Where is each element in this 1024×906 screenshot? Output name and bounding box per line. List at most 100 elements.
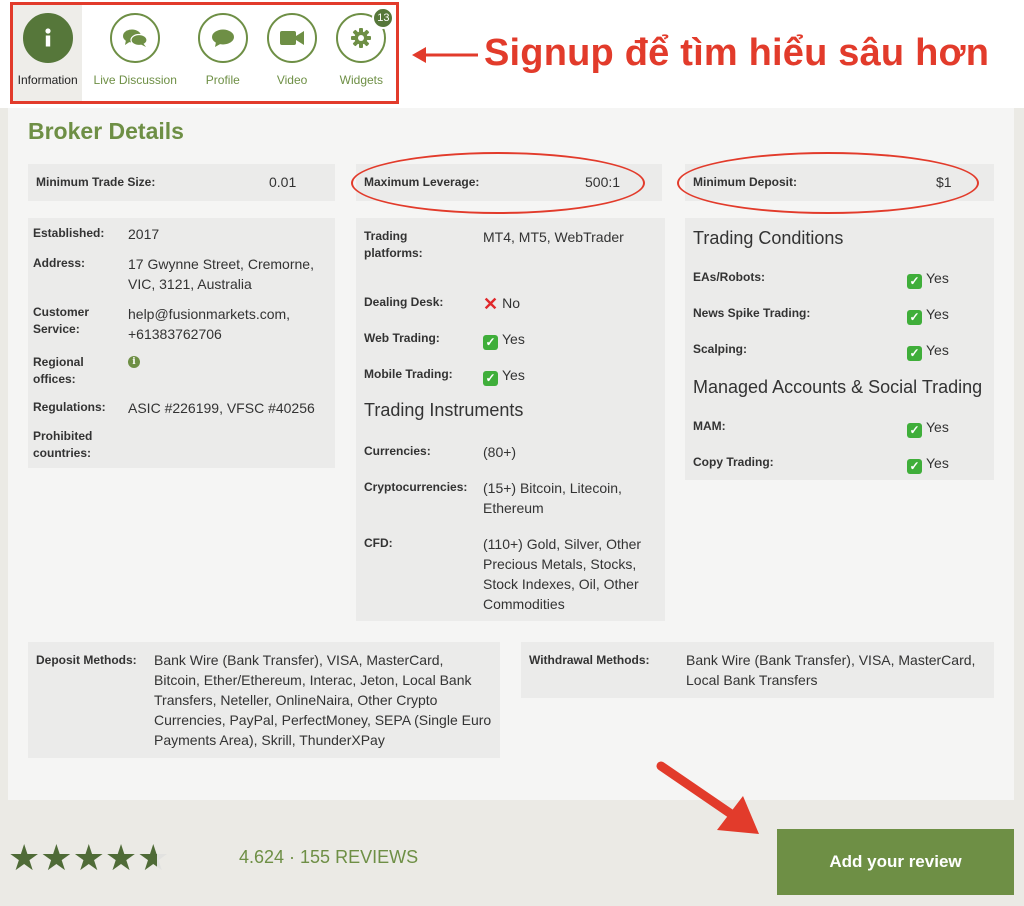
eas-robots-value: ✓ Yes bbox=[907, 268, 949, 289]
tab-video[interactable]: Video bbox=[257, 5, 326, 101]
customer-service-phone: +61383762706 bbox=[128, 326, 222, 342]
currencies-label: Currencies: bbox=[364, 444, 431, 458]
leverage-highlight-ellipse bbox=[351, 152, 645, 214]
regional-offices-label: Regional bbox=[33, 355, 84, 369]
info-icon[interactable]: i bbox=[128, 356, 140, 368]
signup-annotation: Signup để tìm hiểu sâu hơn bbox=[484, 32, 990, 74]
mobile-trading-label: Mobile Trading: bbox=[364, 367, 453, 381]
check-icon: ✓ bbox=[907, 346, 922, 361]
address-line: 17 Gwynne Street, Cremorne, bbox=[128, 256, 314, 272]
deposit-methods-line: Bank Wire (Bank Transfer), VISA, MasterC… bbox=[154, 652, 444, 668]
arrow-down-right-icon bbox=[656, 761, 759, 834]
deposit-methods-label: Deposit Methods: bbox=[36, 653, 137, 667]
tab-widgets[interactable]: 13 Widgets bbox=[327, 5, 396, 101]
copy-trading-label: Copy Trading: bbox=[693, 455, 774, 469]
mam-label: MAM: bbox=[693, 419, 726, 433]
withdrawal-methods-box: Withdrawal Methods: Bank Wire (Bank Tran… bbox=[521, 642, 994, 698]
cfd-line: Precious Metals, Stocks, bbox=[483, 556, 637, 572]
min-trade-size-value: 0.01 bbox=[269, 174, 297, 190]
customer-service-email[interactable]: help@fusionmarkets.com, bbox=[128, 304, 290, 324]
news-spike-label: News Spike Trading: bbox=[693, 306, 811, 320]
regulations-label: Regulations: bbox=[33, 400, 106, 414]
trading-platforms-value: MT4, MT5, WebTrader bbox=[483, 229, 624, 245]
cryptocurrencies-label: Cryptocurrencies: bbox=[364, 480, 468, 494]
info-icon bbox=[22, 13, 73, 63]
tab-label: Video bbox=[276, 73, 308, 87]
page-title: Broker Details bbox=[28, 118, 184, 144]
min-trade-size-row: Minimum Trade Size: 0.01 bbox=[28, 164, 335, 201]
video-camera-icon bbox=[267, 13, 318, 63]
managed-accounts-heading: Managed Accounts & Social Trading bbox=[693, 377, 983, 397]
tab-label: Live Discussion bbox=[93, 73, 177, 87]
tab-label: Information bbox=[17, 73, 78, 87]
withdrawal-methods-line: Local Bank Transfers bbox=[686, 672, 818, 688]
established-value: 2017 bbox=[128, 226, 160, 242]
check-icon: ✓ bbox=[907, 459, 922, 474]
deposit-methods-line: Payments Area), Skrill, ThunderXPay bbox=[154, 732, 385, 748]
regulations-value: ASIC #226199, VFSC #40256 bbox=[128, 400, 315, 416]
cfd-line: (110+) Gold, Silver, Other bbox=[483, 536, 642, 552]
trading-instruments-heading: Trading Instruments bbox=[364, 400, 524, 420]
address-line: VIC, 3121, Australia bbox=[128, 276, 252, 292]
min-trade-size-label: Minimum Trade Size: bbox=[36, 175, 156, 189]
established-label: Established: bbox=[33, 226, 105, 240]
star-rating: ★ ★ ★ ★ ★ bbox=[8, 840, 169, 876]
cfd-label: CFD: bbox=[364, 536, 393, 550]
prohibited-countries-label: countries: bbox=[33, 446, 92, 460]
add-review-button[interactable]: Add your review bbox=[777, 829, 1014, 895]
deposit-methods-line: Transfers, Neteller, OnlineNaira, Other … bbox=[154, 692, 438, 708]
cfd-line: Commodities bbox=[483, 596, 565, 612]
customer-service-label: Customer bbox=[33, 305, 90, 319]
trading-platforms-label: Trading bbox=[364, 229, 408, 243]
address-label: Address: bbox=[33, 256, 86, 270]
check-icon: ✓ bbox=[483, 371, 498, 386]
widgets-count-badge: 13 bbox=[372, 7, 395, 29]
tab-profile[interactable]: Profile bbox=[188, 5, 257, 101]
cfd-line: Stock Indexes, Oil, Other bbox=[483, 576, 639, 592]
star-icon: ★ bbox=[72, 837, 105, 878]
dealing-desk-label: Dealing Desk: bbox=[364, 295, 444, 309]
reviews-footer: ★ ★ ★ ★ ★ 4.624 · 155 REVIEWS Add your revie… bbox=[0, 800, 1024, 906]
tab-group-highlight: Information Live Discussion Profile Vide… bbox=[10, 2, 399, 104]
cross-icon: ✕ bbox=[483, 294, 499, 314]
tab-bar: Information Live Discussion Profile Vide… bbox=[0, 0, 1024, 108]
copy-trading-value: ✓ Yes bbox=[907, 453, 949, 474]
star-icon: ★ bbox=[40, 837, 73, 878]
cryptocurrencies-line: Ethereum bbox=[483, 500, 544, 516]
check-icon: ✓ bbox=[483, 335, 498, 350]
cryptocurrencies-line: (15+) Bitcoin, Litecoin, bbox=[483, 480, 622, 496]
deposit-methods-line: Currencies, PayPal, PerfectMoney, SEPA (… bbox=[154, 712, 492, 728]
company-info-box: Established: 2017 Address: 17 Gwynne Str… bbox=[28, 218, 335, 468]
check-icon: ✓ bbox=[907, 423, 922, 438]
trading-conditions-box: Trading Conditions EAs/Robots: ✓ Yes News… bbox=[685, 218, 994, 480]
deposit-highlight-ellipse bbox=[677, 152, 979, 214]
gear-icon: 13 bbox=[336, 7, 395, 63]
regional-offices-label: offices: bbox=[33, 372, 76, 386]
check-icon: ✓ bbox=[907, 310, 922, 325]
star-icon: ★ bbox=[8, 837, 41, 878]
news-spike-value: ✓ Yes bbox=[907, 304, 949, 325]
eas-robots-label: EAs/Robots: bbox=[693, 270, 765, 284]
tab-live-discussion[interactable]: Live Discussion bbox=[82, 5, 188, 101]
prohibited-countries-label: Prohibited bbox=[33, 429, 93, 443]
tab-information[interactable]: Information bbox=[13, 5, 83, 101]
star-icon: ★ bbox=[137, 837, 170, 878]
chat-bubbles-icon bbox=[110, 13, 161, 63]
rating-summary[interactable]: 4.624 · 155 REVIEWS bbox=[239, 847, 418, 868]
mobile-trading-value: ✓ Yes bbox=[483, 365, 525, 386]
scalping-value: ✓ Yes bbox=[907, 340, 949, 361]
trading-conditions-heading: Trading Conditions bbox=[693, 228, 844, 248]
scalping-label: Scalping: bbox=[693, 342, 748, 356]
web-trading-value: ✓ Yes bbox=[483, 329, 525, 350]
mam-value: ✓ Yes bbox=[907, 417, 949, 438]
speech-bubble-icon bbox=[197, 13, 248, 63]
check-icon: ✓ bbox=[907, 274, 922, 289]
broker-details-panel: Broker Details Minimum Trade Size: 0.01 … bbox=[8, 108, 1014, 800]
dealing-desk-value: ✕ No bbox=[483, 294, 520, 314]
platform-info-box: Trading platforms: MT4, MT5, WebTrader D… bbox=[356, 218, 665, 621]
withdrawal-methods-label: Withdrawal Methods: bbox=[529, 653, 650, 667]
star-icon: ★ bbox=[104, 837, 138, 878]
trading-platforms-label: platforms: bbox=[364, 246, 423, 260]
web-trading-label: Web Trading: bbox=[364, 331, 440, 345]
deposit-methods-line: Bitcoin, Ether/Ethereum, Interac, Jeton,… bbox=[154, 672, 472, 688]
